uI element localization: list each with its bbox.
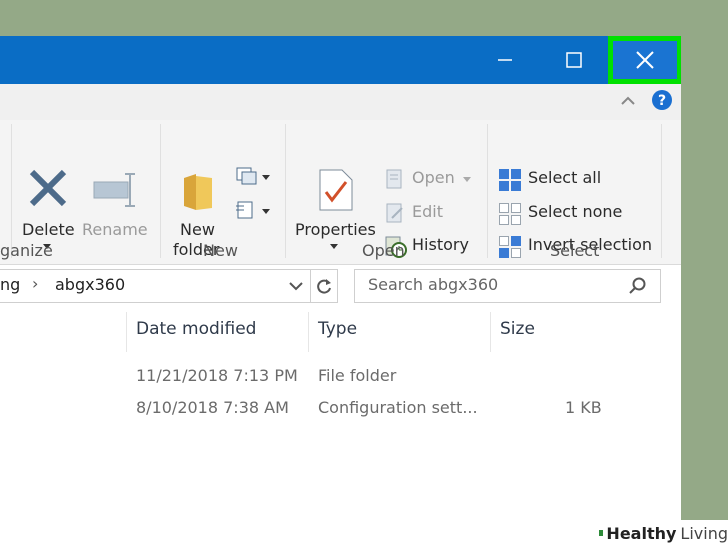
edit-icon: [386, 203, 403, 223]
column-divider[interactable]: [308, 312, 309, 352]
new-item-button[interactable]: [234, 164, 274, 190]
maximize-button[interactable]: [539, 36, 609, 84]
breadcrumb-current[interactable]: abgx360: [55, 275, 125, 294]
title-bar: [0, 36, 681, 84]
edit-label: Edit: [412, 202, 443, 221]
edit-button[interactable]: Edit: [384, 200, 454, 226]
watermark: Healthy Living: [595, 520, 728, 546]
select-all-button[interactable]: Select all: [498, 166, 648, 192]
ribbon-separator: [661, 124, 662, 258]
invert-selection-icon: [499, 236, 521, 258]
row-date: 8/10/2018 7:38 AM: [136, 398, 289, 417]
search-placeholder: Search abgx360: [368, 275, 499, 294]
close-icon: [636, 51, 654, 69]
search-box[interactable]: Search abgx360: [354, 269, 661, 303]
ribbon-separator: [285, 124, 286, 258]
easy-access-button[interactable]: [234, 198, 274, 224]
open-button[interactable]: Open: [384, 166, 474, 192]
ribbon-separator: [160, 124, 161, 258]
delete-label: Delete: [22, 220, 75, 239]
folder-icon: [184, 174, 212, 210]
row-type: File folder: [318, 366, 397, 385]
rename-icon: [93, 173, 135, 207]
ribbon: Delete Rename ganize New folder New Prop…: [0, 120, 681, 265]
watermark-brand-bold: Healthy: [606, 523, 677, 543]
search-icon[interactable]: [628, 276, 648, 296]
new-folder-label-line1: New: [180, 220, 215, 239]
rename-label: Rename: [82, 220, 148, 239]
row-type: Configuration sett...: [318, 398, 478, 417]
address-bar[interactable]: ng › abgx360: [0, 269, 311, 303]
delete-icon: [29, 169, 67, 207]
collapse-ribbon-icon[interactable]: [618, 92, 638, 108]
group-label-new: New: [203, 241, 238, 260]
chevron-down-icon: [330, 244, 338, 249]
select-none-icon: [499, 203, 521, 225]
svg-text:?: ?: [658, 93, 666, 109]
breadcrumb-previous[interactable]: ng: [0, 275, 20, 294]
select-none-label: Select none: [528, 202, 623, 221]
properties-icon: [319, 169, 353, 211]
group-label-organize: ganize: [0, 241, 53, 260]
open-icon: [386, 169, 402, 189]
ribbon-tab-strip: ?: [0, 84, 681, 120]
column-divider[interactable]: [126, 312, 127, 352]
select-all-icon: [499, 169, 521, 191]
history-label: History: [412, 235, 469, 254]
refresh-icon: [317, 279, 331, 294]
minimize-icon: [498, 59, 512, 61]
chevron-down-icon: [463, 177, 471, 182]
rename-button[interactable]: Rename: [82, 166, 148, 256]
ribbon-separator: [11, 124, 12, 258]
properties-label: Properties: [295, 220, 376, 239]
breadcrumb-separator: ›: [32, 274, 39, 293]
help-icon[interactable]: ?: [651, 89, 673, 111]
new-item-icon: [236, 167, 270, 185]
row-size: 1 KB: [565, 398, 602, 417]
maximize-icon: [566, 52, 582, 68]
column-header-date-modified[interactable]: Date modified: [136, 319, 256, 339]
minimize-button[interactable]: [470, 36, 540, 84]
group-label-select: Select: [550, 241, 600, 260]
column-header-size[interactable]: Size: [500, 319, 535, 339]
ribbon-separator: [487, 124, 488, 258]
refresh-button[interactable]: [310, 269, 338, 303]
open-label: Open: [412, 168, 455, 187]
watermark-brand-regular: Living: [680, 523, 728, 543]
group-label-open: Open: [362, 241, 405, 260]
plus-logo-icon: [599, 530, 604, 536]
chevron-down-icon[interactable]: [288, 280, 304, 292]
row-date: 11/21/2018 7:13 PM: [136, 366, 298, 385]
file-explorer-window: ? Delete Rename ganize New folder New Pr…: [0, 36, 681, 546]
table-row[interactable]: 8/10/2018 7:38 AM Configuration sett... …: [0, 394, 660, 422]
close-button[interactable]: [608, 36, 681, 84]
select-all-label: Select all: [528, 168, 602, 187]
column-header-type[interactable]: Type: [318, 319, 357, 339]
easy-access-icon: [236, 201, 270, 219]
column-divider[interactable]: [490, 312, 491, 352]
table-row[interactable]: 11/21/2018 7:13 PM File folder: [0, 362, 660, 390]
select-none-button[interactable]: Select none: [498, 200, 648, 226]
